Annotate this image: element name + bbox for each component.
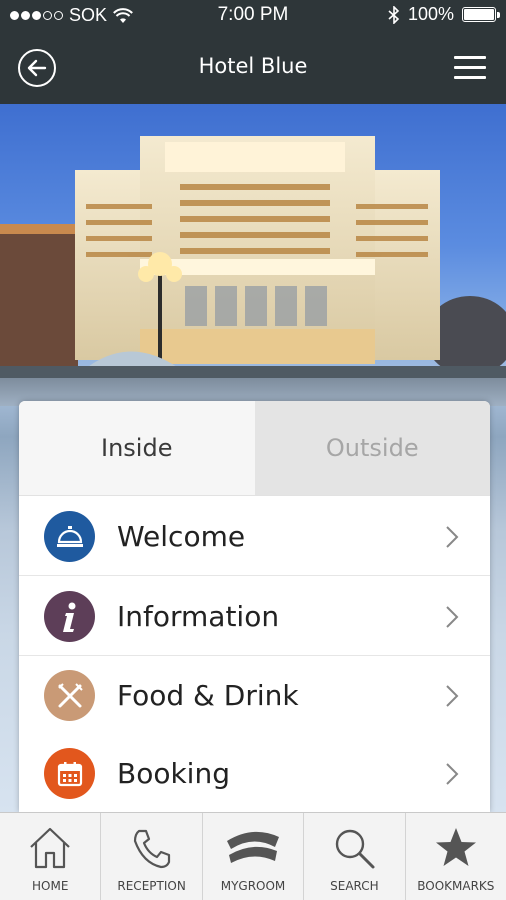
- mygroom-icon: [227, 831, 280, 863]
- chevron-right-icon: [446, 685, 459, 707]
- tab-inside[interactable]: Inside: [19, 401, 255, 495]
- page-title: Hotel Blue: [198, 54, 308, 78]
- tab-search[interactable]: SEARCH: [304, 813, 406, 900]
- status-bar: SOK 7:00 PM 100%: [0, 0, 506, 30]
- search-icon: [336, 829, 375, 869]
- menu-item-food-drink[interactable]: Food & Drink: [19, 656, 490, 735]
- phone-icon: [133, 829, 170, 869]
- menu-item-label: Welcome: [117, 520, 246, 553]
- service-bell-icon: [44, 511, 95, 562]
- menu-item-label: Booking: [117, 757, 230, 790]
- tab-outside[interactable]: Outside: [254, 401, 490, 495]
- tab-switcher: Inside Outside: [19, 401, 490, 496]
- tab-reception[interactable]: RECEPTION: [101, 813, 203, 900]
- bluetooth-icon: [388, 5, 400, 24]
- status-right: 100%: [388, 4, 500, 25]
- info-icon: [44, 591, 95, 642]
- menu-card: Inside Outside Welcome Information Food …: [19, 401, 490, 812]
- calendar-icon: [44, 748, 95, 799]
- fork-knife-icon: [44, 670, 95, 721]
- nav-bar: Hotel Blue: [0, 30, 506, 104]
- chevron-right-icon: [446, 526, 459, 548]
- chevron-right-icon: [446, 606, 459, 628]
- menu-item-information[interactable]: Information: [19, 577, 490, 656]
- home-icon: [30, 827, 70, 869]
- battery-percent: 100%: [407, 4, 454, 24]
- tab-label: RECEPTION: [117, 879, 186, 893]
- menu-item-label: Food & Drink: [117, 679, 299, 712]
- hamburger-menu-button[interactable]: [454, 56, 486, 80]
- menu-item-label: Information: [117, 600, 280, 633]
- tab-mygroom[interactable]: MYGROOM: [203, 813, 305, 900]
- tab-bookmarks[interactable]: BOOKMARKS: [406, 813, 506, 900]
- tab-label: SEARCH: [330, 879, 379, 893]
- bottom-tab-bar: HOME RECEPTION MYGROOM SEARCH BOOKMARKS: [0, 812, 506, 900]
- chevron-right-icon: [446, 763, 459, 785]
- tab-label: MYGROOM: [220, 879, 286, 893]
- battery-icon: [462, 7, 500, 22]
- menu-item-welcome[interactable]: Welcome: [19, 497, 490, 576]
- tab-label: HOME: [32, 879, 69, 893]
- star-icon: [435, 828, 476, 866]
- tab-home[interactable]: HOME: [0, 813, 102, 900]
- tab-label: BOOKMARKS: [417, 879, 495, 893]
- menu-item-booking[interactable]: Booking: [19, 734, 490, 812]
